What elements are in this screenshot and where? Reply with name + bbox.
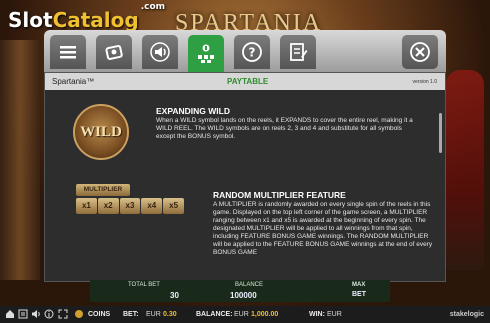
svg-text:?: ?: [249, 46, 256, 60]
balance-status-value: 1,000.00: [251, 311, 279, 318]
paytable-panel: Spartania™ PAYTABLE version 1.0 WILD EXP…: [44, 72, 446, 282]
wild-symbol-image: WILD: [73, 104, 129, 160]
version-label: version 1.0: [412, 78, 437, 85]
multiplier-tile: x5: [163, 198, 184, 214]
brand-logo: stakelogic: [449, 311, 484, 318]
status-bar: COINS BET: EUR 0.30 BALANCE: EUR 1,000.0…: [0, 306, 490, 323]
menu-icon: [60, 46, 76, 59]
expanding-wild-title: EXPANDING WILD: [156, 106, 230, 116]
logo-part1: Slot: [8, 8, 53, 32]
tab-settings[interactable]: [96, 35, 132, 69]
multiplier-tile: x3: [119, 198, 141, 214]
sound-icon: [150, 42, 170, 62]
multiplier-tile: x2: [97, 198, 119, 214]
win-label: WIN:: [309, 311, 325, 318]
multiplier-tile: x4: [141, 198, 163, 214]
settings-icon: [105, 45, 123, 60]
section-title: PAYTABLE: [227, 77, 269, 86]
watermark-logo: SlotCatalog.com: [8, 2, 165, 32]
total-bet-value: 30: [170, 291, 179, 300]
sound-small-icon[interactable]: [31, 309, 41, 319]
history-icon: [290, 43, 308, 61]
multiplier-tiles: x1 x2 x3 x4 x5: [76, 198, 184, 214]
multiplier-tile: x1: [76, 198, 97, 214]
multiplier-symbol-image: MULTIPLIER x1 x2 x3 x4 x5: [76, 184, 184, 214]
balance-status-label: BALANCE:: [196, 311, 233, 318]
coins-label[interactable]: COINS: [88, 311, 110, 318]
balance-label: BALANCE: [235, 282, 264, 288]
home-icon[interactable]: [5, 309, 15, 319]
bet-value: 0.30: [163, 311, 177, 318]
logo-part2: Catalog: [52, 8, 139, 32]
multiplier-feature-title: RANDOM MULTIPLIER FEATURE: [213, 190, 346, 200]
close-button[interactable]: [402, 35, 438, 69]
paytable-icon: [198, 44, 214, 63]
balance-value: 100000: [230, 291, 257, 300]
multiplier-label: MULTIPLIER: [76, 184, 130, 196]
scrollbar[interactable]: [439, 113, 442, 153]
game-controls-strip: TOTAL BET 30 BALANCE 100000 MAX BET: [90, 280, 390, 302]
menu-tab-bar: ?: [44, 30, 446, 72]
win-currency: EUR: [327, 311, 342, 318]
balance-currency: EUR: [234, 311, 249, 318]
tab-help[interactable]: ?: [234, 35, 270, 69]
tab-sound[interactable]: [142, 35, 178, 69]
background-column-left: [0, 40, 40, 280]
total-bet-label: TOTAL BET: [128, 282, 160, 288]
fullscreen-icon[interactable]: [58, 309, 68, 319]
history-small-icon[interactable]: [18, 309, 28, 319]
multiplier-feature-text: A MULTIPLIER is randomly awarded on ever…: [213, 201, 433, 256]
expanding-wild-text: When a WILD symbol lands on the reels, i…: [156, 117, 413, 140]
tab-history[interactable]: [280, 35, 316, 69]
tab-menu[interactable]: [50, 35, 86, 69]
wild-symbol-text: WILD: [80, 123, 122, 140]
max-bet-label2[interactable]: BET: [352, 291, 366, 298]
tab-paytable[interactable]: [188, 35, 224, 72]
background-warrior: [446, 70, 484, 270]
game-name: Spartania™: [52, 77, 95, 86]
help-icon: ?: [242, 42, 262, 62]
logo-suffix: .com: [140, 2, 166, 13]
bet-currency: EUR: [146, 311, 161, 318]
panel-header: Spartania™ PAYTABLE version 1.0: [45, 73, 445, 90]
bet-label: BET:: [123, 311, 139, 318]
info-small-icon[interactable]: [44, 309, 54, 319]
coins-icon[interactable]: [74, 309, 84, 319]
max-bet-label[interactable]: MAX: [352, 282, 365, 288]
paytable-content[interactable]: WILD EXPANDING WILD When a WILD symbol l…: [45, 90, 445, 283]
close-icon: [410, 42, 430, 62]
